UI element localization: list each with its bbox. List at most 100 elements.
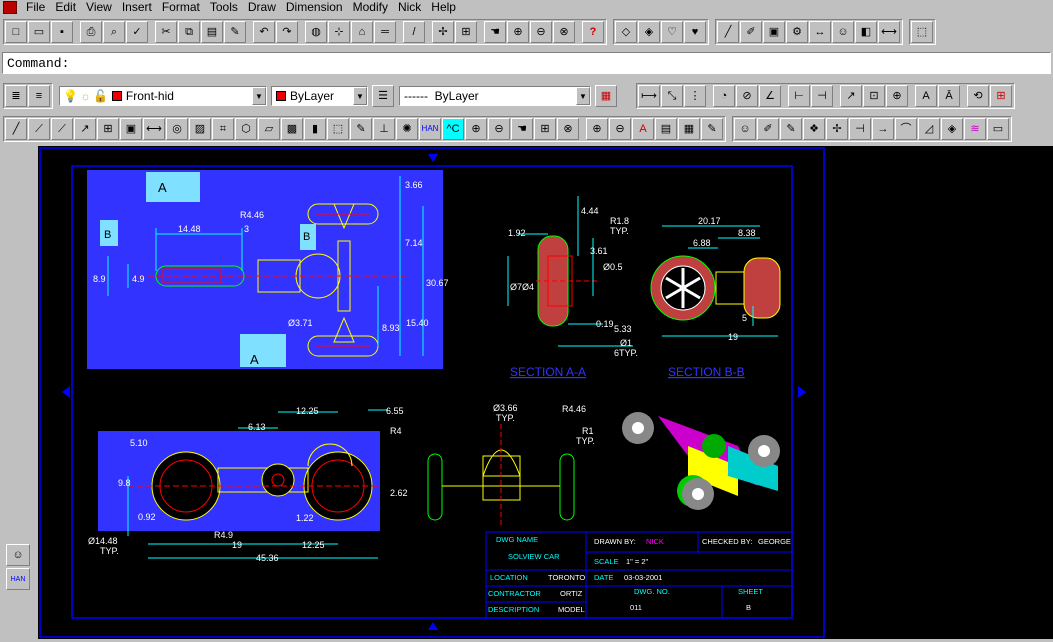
tag-icon[interactable]: ◇ [615,21,637,43]
menu-help[interactable]: Help [426,0,461,15]
linear-dim-icon[interactable]: ⟷ [878,21,900,43]
eraser-icon[interactable]: ◧ [855,21,877,43]
hand-icon[interactable]: ☚ [511,118,533,140]
shade-icon[interactable]: ◈ [941,118,963,140]
zoom-window-icon[interactable]: ⊞ [455,21,477,43]
menu-draw[interactable]: Draw [243,0,281,15]
construction-line-icon[interactable]: ⟋ [28,118,50,140]
tracking-icon[interactable]: ^C [442,118,464,140]
paste-icon[interactable]: ▤ [201,21,223,43]
center-mark-icon[interactable]: ⊕ [886,85,908,107]
dim-ordinate-icon[interactable]: ⋮ [684,85,706,107]
copy-icon[interactable]: ⧉ [178,21,200,43]
text-icon[interactable]: ▤ [655,118,677,140]
draw-line-icon[interactable]: ╱ [5,118,27,140]
new-icon[interactable]: □ [5,21,27,43]
undo-icon[interactable]: ↶ [253,21,275,43]
chevron-down-icon[interactable]: ▼ [252,87,266,105]
print-icon[interactable]: ⎙ [80,21,102,43]
chamfer-icon[interactable]: ◿ [918,118,940,140]
color-palette-icon[interactable]: ▦ [595,85,617,107]
image-icon[interactable]: ▩ [281,118,303,140]
color-dropdown[interactable]: ByLayer ▼ [271,86,368,106]
smiley-icon[interactable]: ☺ [6,544,30,566]
fillet-icon[interactable]: ⌒ [895,118,917,140]
pen-icon[interactable]: ✎ [780,118,802,140]
menu-insert[interactable]: Insert [117,0,157,15]
help-icon[interactable]: ? [582,21,604,43]
explode-icon[interactable]: ✺ [396,118,418,140]
dim-baseline-icon[interactable]: ⊢ [788,85,810,107]
heart2-icon[interactable]: ♥ [684,21,706,43]
menu-dimension[interactable]: Dimension [281,0,348,15]
dim-radius-icon[interactable]: ◔ [713,85,735,107]
dim-angular-icon[interactable]: ∠ [759,85,781,107]
print-preview-icon[interactable]: ⌕ [103,21,125,43]
smiley-icon[interactable]: ☺ [832,21,854,43]
render-icon[interactable]: ≋ [964,118,986,140]
layer-previous-icon[interactable]: ≡ [28,85,50,107]
menu-edit[interactable]: Edit [50,0,81,15]
zoom-plus-icon[interactable]: ⊕ [586,118,608,140]
linetype-icon[interactable]: ☰ [372,85,394,107]
menu-tools[interactable]: Tools [205,0,243,15]
display-icon[interactable]: ▣ [763,21,785,43]
ray-icon[interactable]: ↗ [74,118,96,140]
chevron-down-icon[interactable]: ▼ [353,87,367,105]
zoom-extent-icon[interactable]: ⊗ [557,118,579,140]
match-properties-icon[interactable]: ✎ [224,21,246,43]
spell-check-icon[interactable]: ✓ [126,21,148,43]
boundary-icon[interactable]: ⬡ [235,118,257,140]
measure-icon[interactable]: ⟷ [143,118,165,140]
linetype-dropdown[interactable]: ------ ByLayer ▼ [399,86,591,106]
dim-linear-icon[interactable]: ⟼ [638,85,660,107]
group-icon[interactable]: ❖ [803,118,825,140]
menu-nick[interactable]: Nick [393,0,426,15]
pan-realtime-icon[interactable]: ☚ [484,21,506,43]
properties-icon[interactable]: ⚙ [786,21,808,43]
app-icon[interactable] [3,1,17,14]
plot-icon[interactable]: ⬚ [911,21,933,43]
smile-icon[interactable]: ☺ [734,118,756,140]
zoom-out-icon[interactable]: ⊖ [488,118,510,140]
heart-icon[interactable]: ♡ [661,21,683,43]
brush-icon[interactable]: ✐ [740,21,762,43]
dim-continue-icon[interactable]: ⊣ [811,85,833,107]
rename-icon[interactable]: ▱ [258,118,280,140]
menu-view[interactable]: View [81,0,117,15]
menu-format[interactable]: Format [157,0,205,15]
zoom-all-icon[interactable]: ⊞ [534,118,556,140]
open-icon[interactable]: ▭ [28,21,50,43]
cut-icon[interactable]: ✂ [155,21,177,43]
zoom-extents-icon[interactable]: ⊗ [553,21,575,43]
menu-file[interactable]: File [21,0,50,15]
dim-text-edit-icon[interactable]: Ā [938,85,960,107]
save-icon[interactable]: ▪ [51,21,73,43]
text-style-icon[interactable]: A [632,118,654,140]
hatch-icon[interactable]: ▨ [189,118,211,140]
dim-diameter-icon[interactable]: ⊘ [736,85,758,107]
drawing-canvas[interactable]: A A B B 14.48 R4.46 3.66 7.14 30.67 8.9 … [38,146,1053,639]
zoom-previous-icon[interactable]: ⊖ [530,21,552,43]
ucs-icon[interactable]: ═ [374,21,396,43]
dim-style-icon[interactable]: ⊞ [990,85,1012,107]
tag2-icon[interactable]: ◈ [638,21,660,43]
launch-browser-icon[interactable]: ◍ [305,21,327,43]
edit-icon[interactable]: ✐ [757,118,779,140]
leader-icon[interactable]: ↗ [840,85,862,107]
dimension-icon[interactable]: ↔ [809,21,831,43]
object-snap-icon[interactable]: ⌂ [351,21,373,43]
trim-icon[interactable]: ⊥ [373,118,395,140]
move-icon[interactable]: ✢ [826,118,848,140]
chart-icon[interactable]: ▮ [304,118,326,140]
polyline-icon[interactable]: ⟋ [51,118,73,140]
region-icon[interactable]: ◎ [166,118,188,140]
chevron-down-icon[interactable]: ▼ [576,87,590,105]
table-icon[interactable]: ⌗ [212,118,234,140]
dim-aligned-icon[interactable]: ⤡ [661,85,683,107]
dim-update-icon[interactable]: ⟲ [967,85,989,107]
zoom-in-icon[interactable]: ⊕ [465,118,487,140]
window-icon[interactable]: ▭ [987,118,1009,140]
line-icon[interactable]: ╱ [717,21,739,43]
menu-modify[interactable]: Modify [348,0,393,15]
